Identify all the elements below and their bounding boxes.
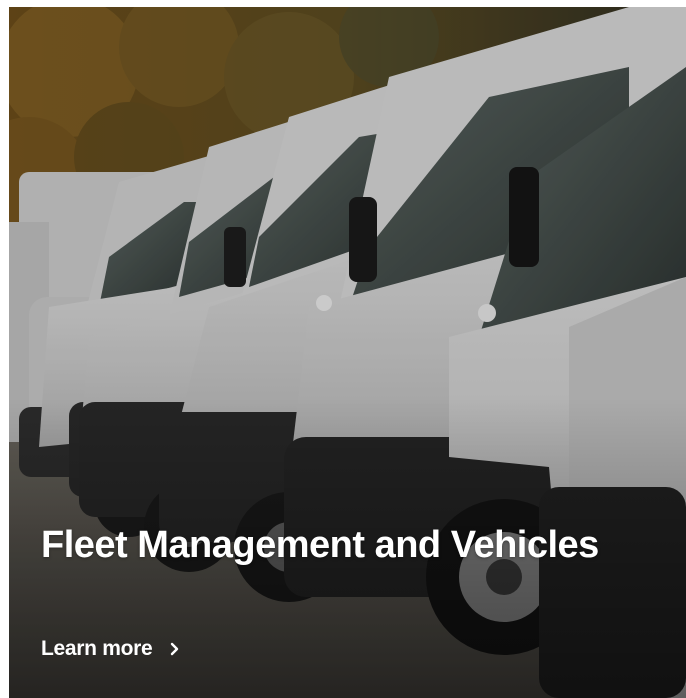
card-title: Fleet Management and Vehicles — [41, 524, 599, 566]
learn-more-link[interactable]: Learn more — [41, 637, 182, 661]
fleet-card[interactable]: Fleet Management and Vehicles Learn more — [9, 7, 686, 698]
chevron-right-icon — [171, 642, 179, 656]
learn-more-label: Learn more — [41, 637, 153, 660]
